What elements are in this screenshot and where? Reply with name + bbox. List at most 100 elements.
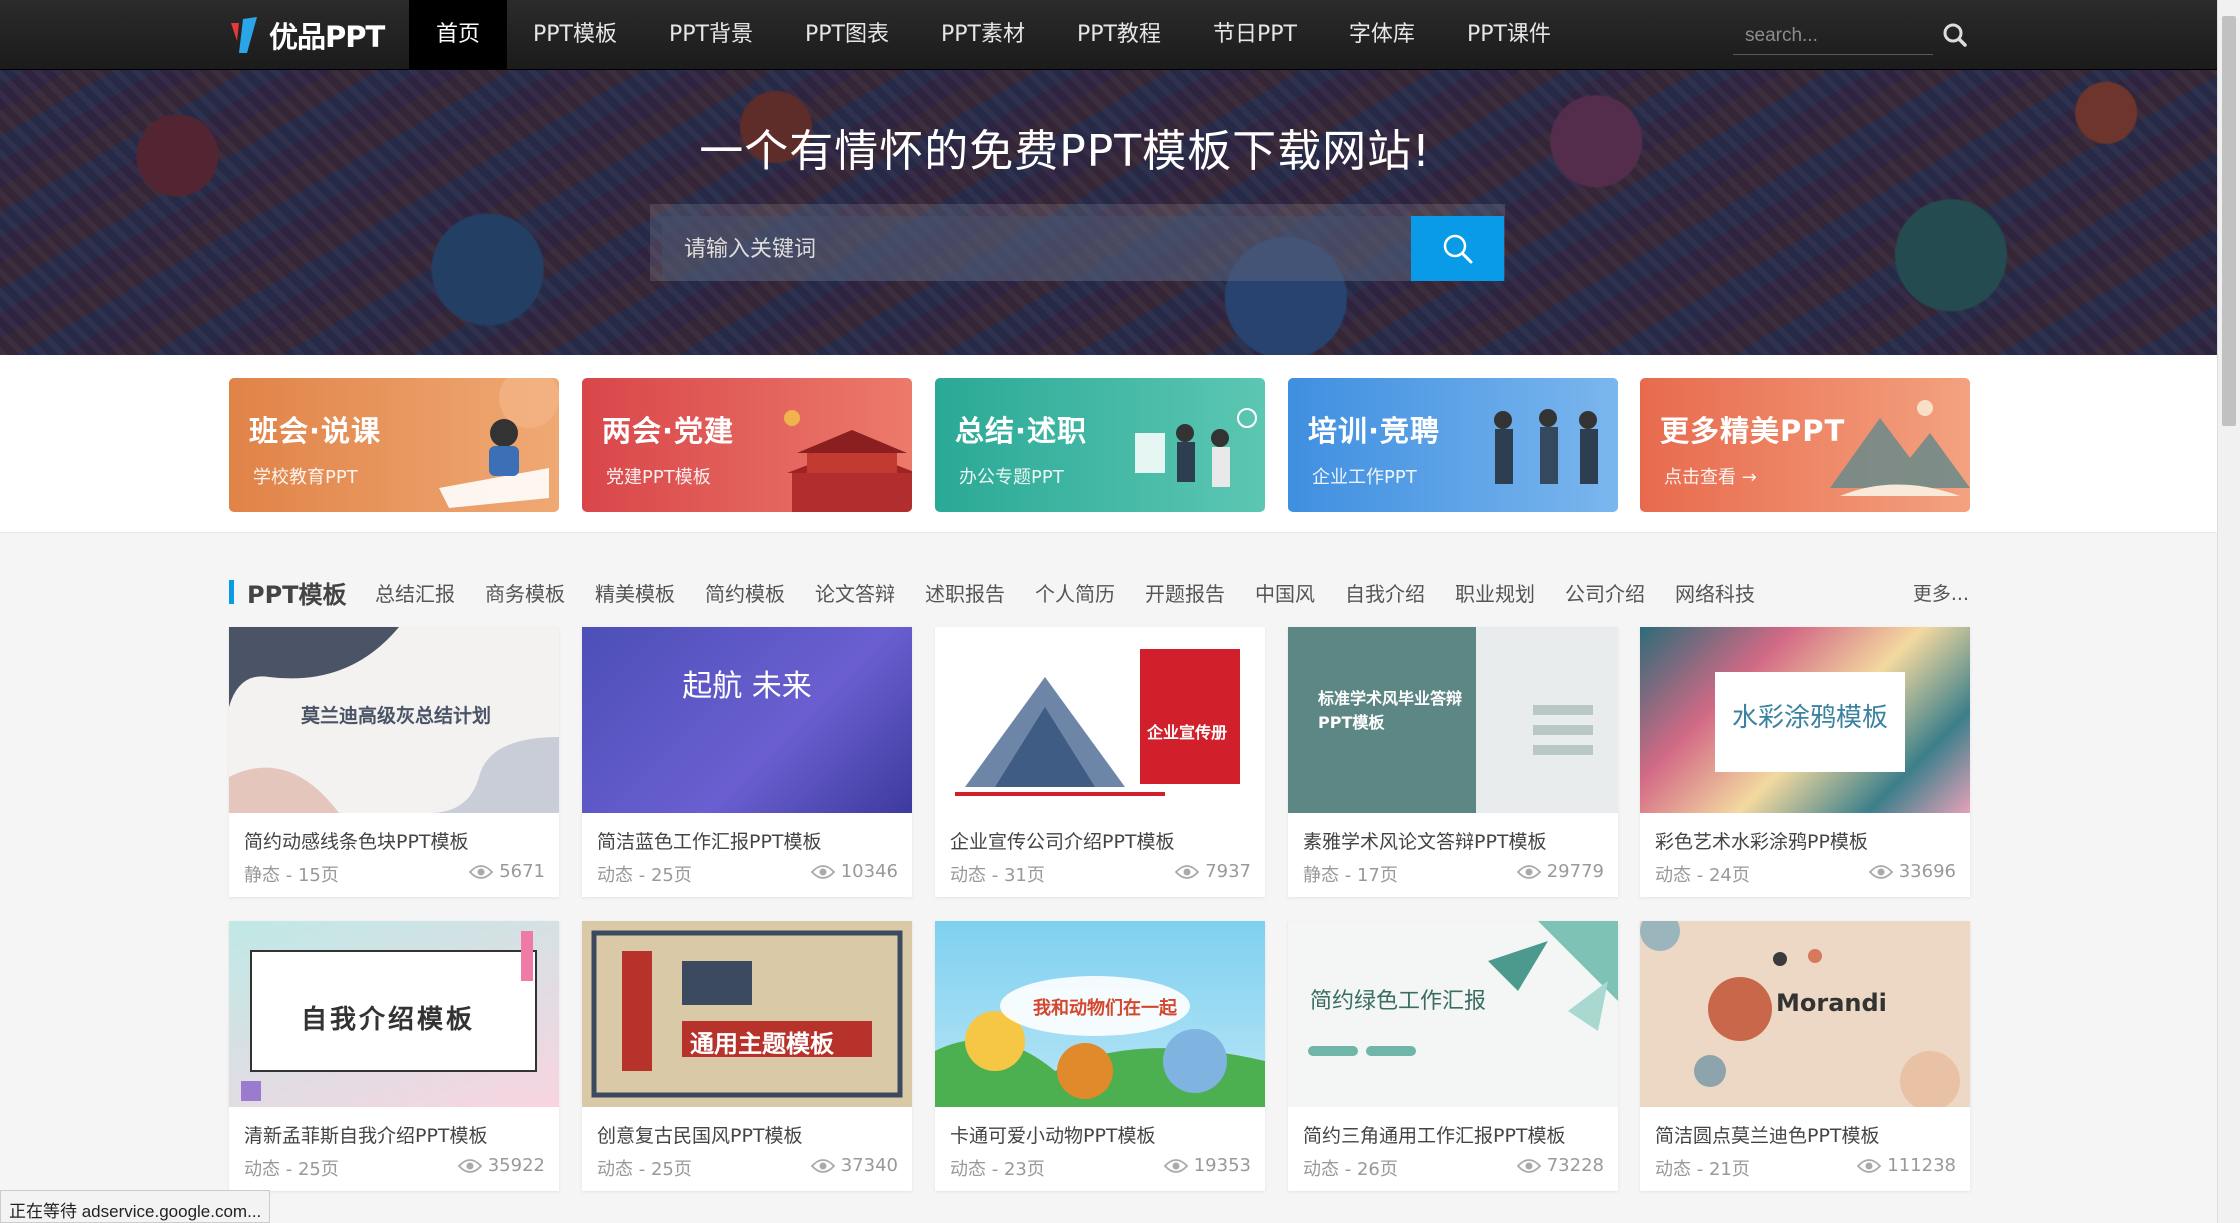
site-logo[interactable]: 优品PPT (227, 12, 385, 58)
template-title: 卡通可爱小动物PPT模板 (950, 1125, 1156, 1147)
eye-icon (1175, 864, 1200, 879)
template-views: 111238 (1857, 1155, 1956, 1176)
view-count: 111238 (1887, 1155, 1956, 1176)
hero-search-input[interactable] (662, 216, 1417, 281)
tiananmen-illustration (784, 410, 912, 512)
nav-item-home[interactable]: 首页 (409, 0, 508, 70)
nav-item-ppt-charts[interactable]: PPT图表 (779, 0, 915, 70)
thumbnail-art (591, 930, 903, 1098)
category-card-party-building[interactable]: 两会·党建 党建PPT模板 (582, 378, 912, 512)
tag-duty-report[interactable]: 述职报告 (925, 578, 1005, 607)
template-meta: 动态 - 24页 (1655, 865, 1750, 886)
template-card[interactable]: 自我介绍模板 清新孟菲斯自我介绍PPT模板 动态 - 25页 35922 (229, 921, 559, 1191)
logo-text: 优品PPT (269, 20, 385, 54)
category-title: 总结·述职 (955, 414, 1088, 448)
view-count: 10346 (840, 861, 898, 882)
template-card[interactable]: 企业宣传册 企业宣传公司介绍PPT模板 动态 - 31页 7937 (935, 627, 1265, 897)
template-meta: 动态 - 31页 (950, 865, 1045, 886)
template-card[interactable]: 通用主题模板 创意复古民国风PPT模板 动态 - 25页 37340 (582, 921, 912, 1191)
eye-icon (1857, 1158, 1882, 1173)
template-views: 37340 (810, 1155, 898, 1176)
nav-search-box (1733, 17, 1933, 55)
template-card[interactable]: 标准学术风毕业答辩PPT模板 素雅学术风论文答辩PPT模板 静态 - 17页 2… (1288, 627, 1618, 897)
page: 优品PPT 首页 PPT模板 PPT背景 PPT图表 PPT素材 PPT教程 节… (0, 0, 2217, 1223)
thumbnail-title: 莫兰迪高级灰总结计划 (301, 705, 492, 727)
nav-item-ppt-templates[interactable]: PPT模板 (507, 0, 643, 70)
top-navigation: 优品PPT 首页 PPT模板 PPT背景 PPT图表 PPT素材 PPT教程 节… (0, 0, 2217, 70)
nav-item-ppt-courseware[interactable]: PPT课件 (1441, 0, 1577, 70)
view-count: 7937 (1205, 861, 1251, 882)
category-card-work-summary[interactable]: 总结·述职 办公专题PPT (935, 378, 1265, 512)
template-section-header: PPT模板 总结汇报 商务模板 精美模板 简约模板 论文答辩 述职报告 个人简历… (229, 574, 1969, 614)
thumbnail-title: 水彩涂鸦模板 (1732, 703, 1889, 733)
scrollbar-thumb[interactable] (2222, 16, 2236, 426)
template-title: 企业宣传公司介绍PPT模板 (950, 831, 1175, 853)
template-meta: 动态 - 25页 (244, 1159, 339, 1180)
hero-banner: 一个有情怀的免费PPT模板下载网站! (0, 70, 2217, 355)
nav-item-ppt-backgrounds[interactable]: PPT背景 (643, 0, 779, 70)
tag-business[interactable]: 商务模板 (485, 578, 565, 607)
thumbnail-title: 我和动物们在一起 (1033, 998, 1177, 1019)
nav-item-ppt-tutorials[interactable]: PPT教程 (1051, 0, 1187, 70)
template-card[interactable]: 我和动物们在一起 卡通可爱小动物PPT模板 动态 - 23页 19353 (935, 921, 1265, 1191)
hero-search-button[interactable] (1411, 216, 1504, 281)
tag-tech[interactable]: 网络科技 (1675, 578, 1755, 607)
tag-exquisite[interactable]: 精美模板 (595, 578, 675, 607)
thumbnail-art (1533, 705, 1593, 755)
tag-thesis-defense[interactable]: 论文答辩 (815, 578, 895, 607)
template-meta: 动态 - 21页 (1655, 1159, 1750, 1180)
tag-resume[interactable]: 个人简历 (1035, 578, 1115, 607)
template-meta: 动态 - 25页 (597, 1159, 692, 1180)
hero-search-box (650, 204, 1505, 281)
view-count: 19353 (1193, 1155, 1251, 1176)
eye-icon (1516, 864, 1541, 879)
tag-simple[interactable]: 简约模板 (705, 578, 785, 607)
thumbnail-title: 起航 未来 (682, 669, 812, 704)
vertical-scrollbar[interactable] (2217, 0, 2240, 1223)
category-subtitle: 办公专题PPT (959, 467, 1064, 488)
category-subtitle: 点击查看 → (1664, 467, 1757, 488)
template-views: 5671 (469, 861, 545, 882)
template-thumbnail: 莫兰迪高级灰总结计划 (229, 627, 559, 813)
tag-summary-report[interactable]: 总结汇报 (375, 578, 455, 607)
thumbnail-title: 企业宣传册 (1147, 723, 1228, 742)
template-title: 清新孟菲斯自我介绍PPT模板 (244, 1125, 488, 1147)
hero-title: 一个有情怀的免费PPT模板下载网站! (699, 126, 1431, 177)
category-card-training[interactable]: 培训·竞聘 企业工作PPT (1288, 378, 1618, 512)
template-card[interactable]: 莫兰迪高级灰总结计划 简约动感线条色块PPT模板 静态 - 15页 5671 (229, 627, 559, 897)
template-card[interactable]: 起航 未来 简洁蓝色工作汇报PPT模板 动态 - 25页 10346 (582, 627, 912, 897)
more-link[interactable]: 更多... (1913, 579, 1969, 606)
template-views: 33696 (1868, 861, 1956, 882)
browser-status-bar: 正在等待 adservice.google.com... (0, 1190, 271, 1223)
view-count: 29779 (1546, 861, 1604, 882)
category-card-more[interactable]: 更多精美PPT 点击查看 → (1640, 378, 1970, 512)
nav-search-input[interactable] (1733, 17, 1933, 54)
category-card-class-meeting[interactable]: 班会·说课 学校教育PPT (229, 378, 559, 512)
eye-icon (1516, 1158, 1541, 1173)
tag-proposal[interactable]: 开题报告 (1145, 578, 1225, 607)
category-title: 更多精美PPT (1660, 414, 1846, 448)
section-tag-list: 总结汇报 商务模板 精美模板 简约模板 论文答辩 述职报告 个人简历 开题报告 … (375, 578, 1785, 607)
template-card[interactable]: 简约绿色工作汇报 简约三角通用工作汇报PPT模板 动态 - 26页 73228 (1288, 921, 1618, 1191)
tag-self-intro[interactable]: 自我介绍 (1345, 578, 1425, 607)
nav-search-button[interactable] (1940, 20, 1970, 50)
category-title: 班会·说课 (249, 414, 382, 448)
template-meta: 动态 - 23页 (950, 1159, 1045, 1180)
template-meta: 静态 - 17页 (1303, 865, 1398, 886)
tag-chinese-style[interactable]: 中国风 (1255, 578, 1315, 607)
template-card[interactable]: Morandi 简洁圆点莫兰迪色PPT模板 动态 - 21页 111238 (1640, 921, 1970, 1191)
main-nav: 首页 PPT模板 PPT背景 PPT图表 PPT素材 PPT教程 节日PPT 字… (409, 0, 1577, 70)
nav-item-fonts[interactable]: 字体库 (1323, 0, 1441, 70)
template-card[interactable]: 水彩涂鸦模板 彩色艺术水彩涂鸦PP模板 动态 - 24页 33696 (1640, 627, 1970, 897)
template-thumbnail: 企业宣传册 (935, 627, 1265, 813)
search-icon (1443, 234, 1472, 263)
tag-company-intro[interactable]: 公司介绍 (1565, 578, 1645, 607)
category-subtitle: 企业工作PPT (1312, 467, 1417, 488)
template-thumbnail: 水彩涂鸦模板 (1640, 627, 1970, 813)
nav-item-ppt-materials[interactable]: PPT素材 (915, 0, 1051, 70)
template-title: 简约动感线条色块PPT模板 (244, 831, 469, 853)
tag-career-plan[interactable]: 职业规划 (1455, 578, 1535, 607)
eye-icon (810, 1158, 835, 1173)
nav-item-holiday-ppt[interactable]: 节日PPT (1187, 0, 1323, 70)
template-meta: 动态 - 25页 (597, 865, 692, 886)
